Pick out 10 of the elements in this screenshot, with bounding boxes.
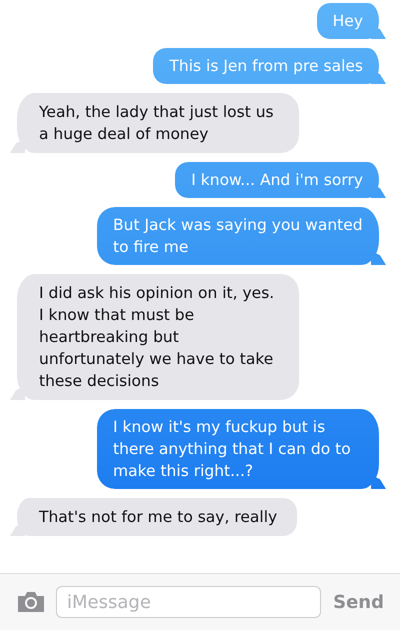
message-input[interactable]: iMessage: [56, 586, 322, 618]
message-bubble: But Jack was saying you wanted to fire me: [97, 207, 386, 265]
message-bubble: I know it's my fuckup but is there anything that I can do to make this right...?: [97, 409, 386, 489]
message-bubble: Yeah, the lady that just lost us a huge deal of money: [10, 93, 299, 153]
message-bubble: That's not for me to say, really: [10, 498, 298, 536]
message-bubble: I did ask his opinion on it, yes. I know that must be heartbreaking but unfortunately we have to take these decisions: [10, 274, 299, 400]
message-bubble: Hey: [316, 3, 386, 39]
message-bubble: This is Jen from pre sales: [153, 48, 386, 84]
message-bubble: I know... And i'm sorry: [175, 162, 386, 198]
camera-icon[interactable]: [16, 590, 46, 614]
